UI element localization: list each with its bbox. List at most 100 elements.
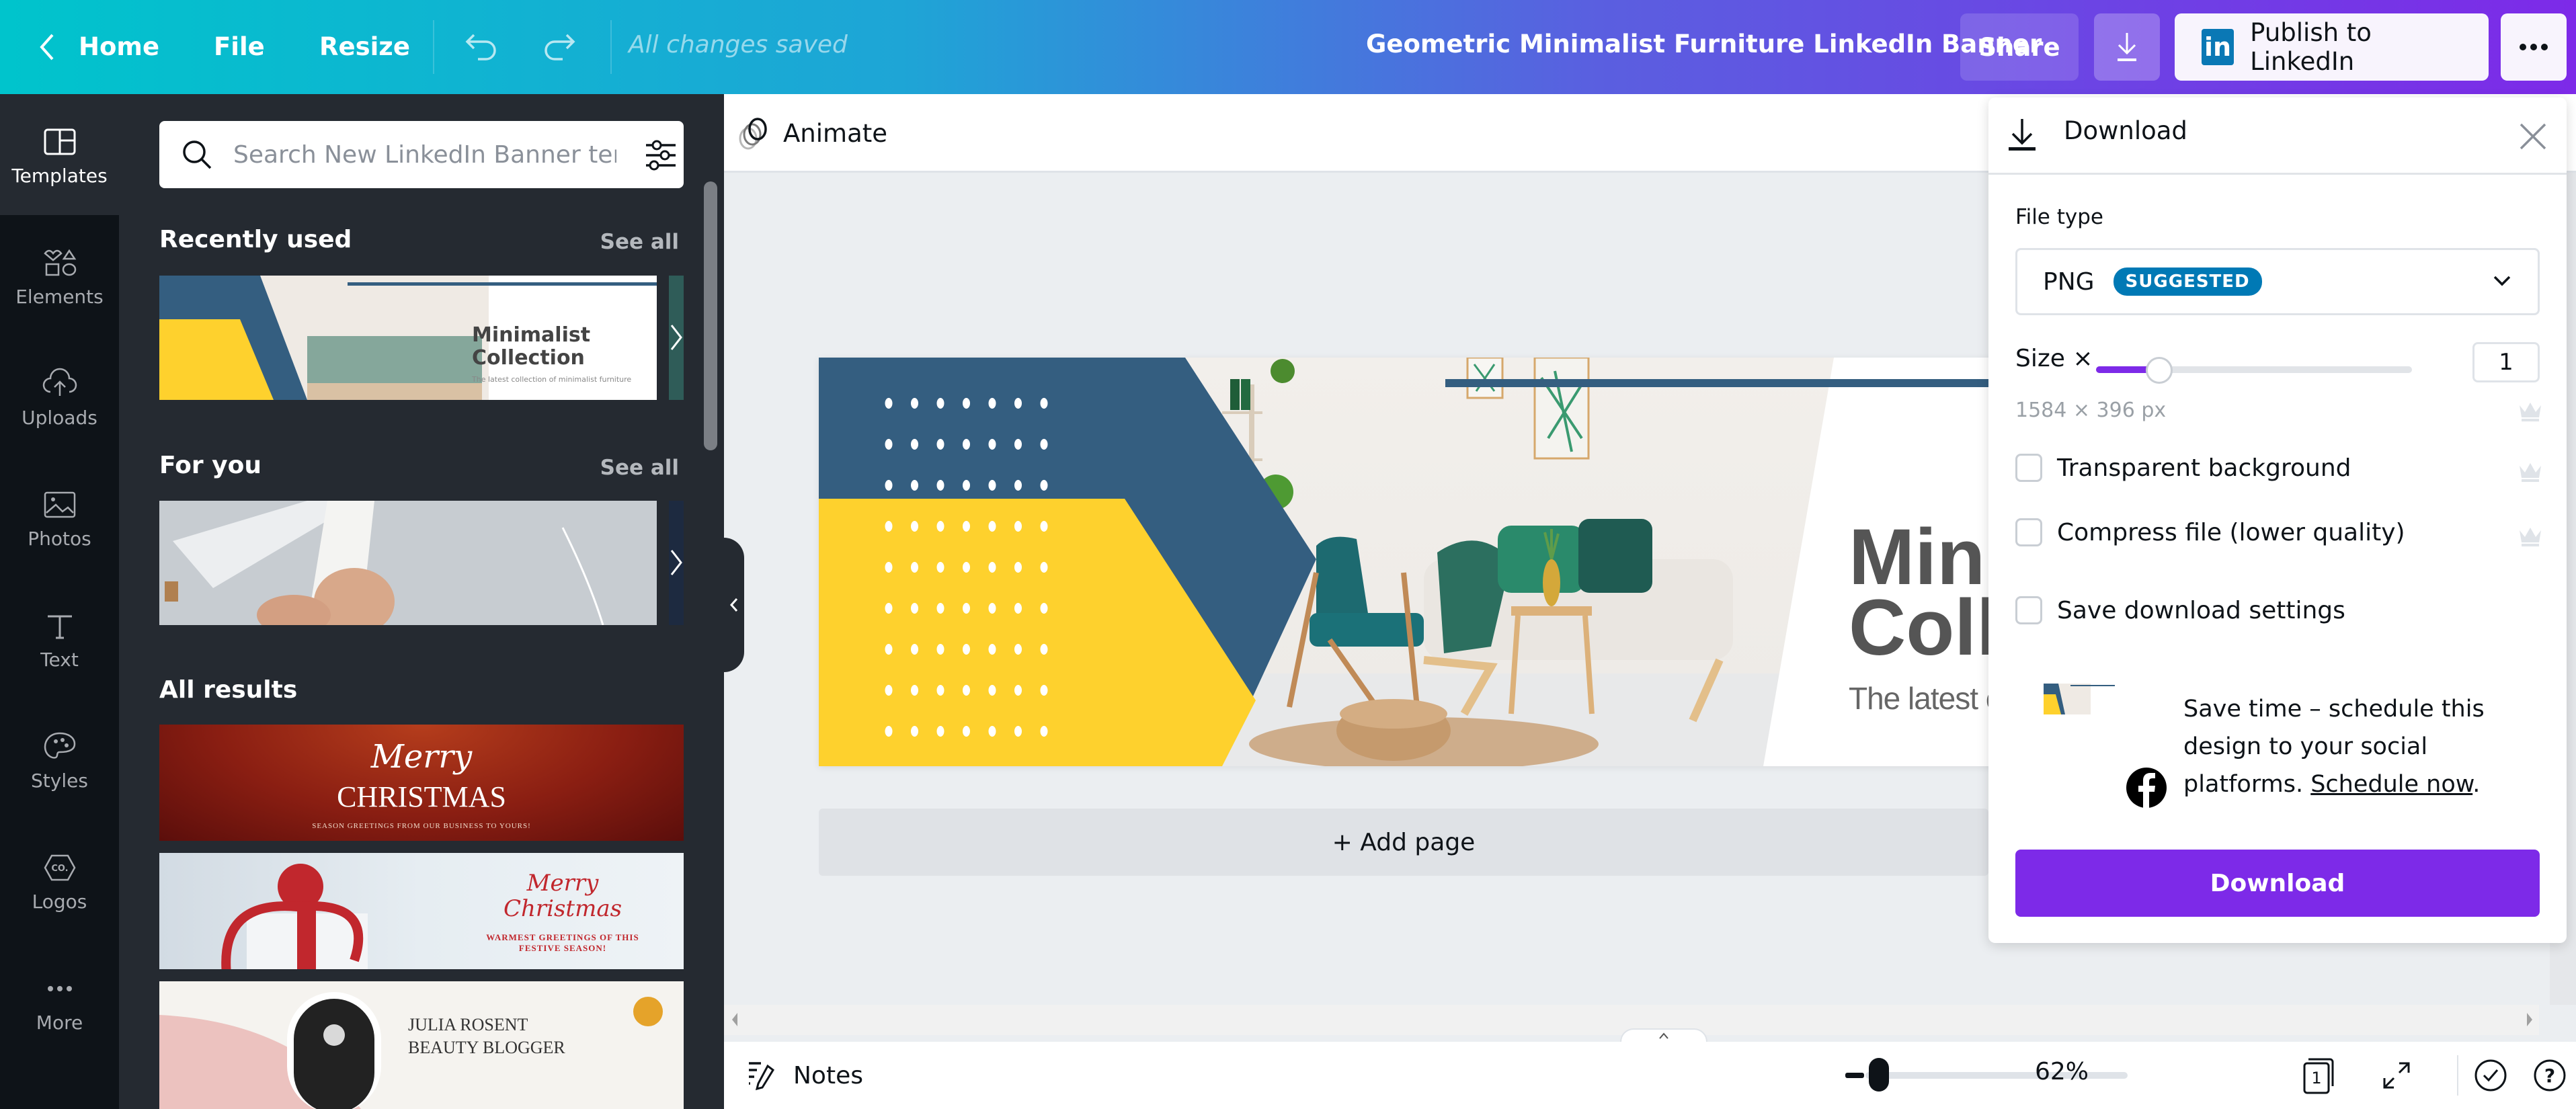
panel-scrollbar[interactable]	[704, 181, 717, 450]
checkbox[interactable]	[2015, 518, 2042, 546]
checkbox[interactable]	[2015, 596, 2042, 624]
design-page[interactable]: Minimalist Collection The latest collect…	[819, 358, 2029, 766]
result-title-text: JULIA ROSENT	[408, 1015, 528, 1034]
publish-label: Publish to LinkedIn	[2250, 18, 2372, 76]
resize-button[interactable]: Resize	[319, 30, 410, 65]
chevron-right-icon[interactable]	[669, 548, 684, 577]
text-icon	[47, 615, 72, 639]
facebook-icon	[2126, 768, 2167, 809]
pattern-dot	[1040, 398, 1048, 409]
page-count-button[interactable]: 1	[2300, 1057, 2338, 1094]
rail-item-more[interactable]: More	[0, 941, 119, 1062]
animate-button[interactable]: Animate	[737, 106, 887, 160]
file-menu-button[interactable]: File	[214, 30, 265, 65]
rail-item-styles[interactable]: Styles	[0, 699, 119, 820]
search-input[interactable]	[233, 134, 616, 175]
see-all-for-you-link[interactable]: See all	[600, 456, 679, 480]
rail-item-uploads[interactable]: Uploads	[0, 336, 119, 457]
close-icon[interactable]	[2518, 122, 2548, 151]
filter-sliders-icon[interactable]	[645, 140, 677, 171]
rail-item-logos[interactable]: CO. Logos	[0, 820, 119, 941]
undo-icon[interactable]	[461, 27, 501, 67]
schedule-now-link[interactable]: Schedule now	[2310, 771, 2472, 798]
size-input[interactable]	[2472, 342, 2540, 382]
template-search[interactable]	[159, 121, 684, 188]
pattern-dot	[963, 603, 970, 614]
animate-icon	[739, 118, 767, 150]
promo-suffix: .	[2472, 771, 2481, 798]
result-title-text: CHRISTMAS	[337, 780, 506, 813]
show-pages-toggle[interactable]	[1620, 1028, 1707, 1042]
compress-file-checkbox[interactable]: Compress file (lower quality)	[2015, 518, 2405, 546]
divider	[2457, 1055, 2458, 1096]
save-status: All changes saved	[629, 31, 848, 58]
template-result[interactable]: Merry Christmas WARMEST GREETINGS OF THI…	[159, 853, 684, 969]
recent-template-thumbnail[interactable]: Minimalist Collection The latest collect…	[159, 276, 657, 400]
home-button[interactable]: Home	[79, 30, 159, 65]
divider	[610, 20, 612, 74]
share-button[interactable]: Share	[1960, 13, 2079, 81]
zoom-out-icon[interactable]	[1845, 1073, 1864, 1078]
more-options-button[interactable]	[2501, 13, 2567, 81]
pattern-dot	[1014, 603, 1022, 614]
pattern-dot	[963, 685, 970, 696]
notes-label: Notes	[793, 1061, 863, 1090]
pattern-dot	[988, 439, 996, 450]
download-button[interactable]	[2094, 13, 2160, 81]
chevron-up-icon	[1659, 1032, 1668, 1039]
file-type-select[interactable]: PNG SUGGESTED	[2015, 248, 2540, 315]
pattern-dot	[1014, 439, 1022, 450]
see-all-recent-link[interactable]: See all	[600, 230, 679, 254]
transparent-background-checkbox[interactable]: Transparent background	[2015, 454, 2351, 482]
save-download-settings-checkbox[interactable]: Save download settings	[2015, 596, 2345, 624]
template-result[interactable]: Merry CHRISTMAS SEASON GREETINGS FROM OU…	[159, 725, 684, 841]
check-button[interactable]	[2472, 1057, 2509, 1094]
svg-text:CO.: CO.	[51, 864, 68, 874]
size-slider-knob[interactable]	[2146, 357, 2173, 384]
zoom-slider-knob[interactable]	[1868, 1058, 1889, 1092]
thumb-title-line: Minimalist	[472, 323, 591, 347]
notes-button[interactable]: Notes	[748, 1055, 863, 1096]
pattern-dot	[1040, 685, 1048, 696]
search-icon	[183, 140, 212, 169]
redo-icon[interactable]	[539, 27, 579, 67]
back-chevron-icon[interactable]	[27, 27, 67, 67]
rail-item-elements[interactable]: Elements	[0, 215, 119, 336]
chevron-right-icon[interactable]	[669, 323, 684, 352]
rail-item-text[interactable]: Text	[0, 578, 119, 699]
gift-illustration	[221, 864, 368, 969]
result-subtitle-text: SEASON GREETINGS FROM OUR BUSINESS TO YO…	[312, 822, 531, 830]
pattern-dot	[911, 439, 918, 450]
scroll-right-arrow-icon[interactable]	[2526, 1012, 2534, 1028]
zoom-percentage[interactable]: 62%	[2035, 1058, 2089, 1085]
page-count: 1	[2311, 1069, 2321, 1087]
collapse-panel-button[interactable]	[724, 538, 744, 672]
document-title[interactable]: Geometric Minimalist Furniture LinkedIn …	[1366, 30, 2042, 58]
download-submit-button[interactable]: Download	[2015, 850, 2540, 917]
pattern-dot	[936, 726, 944, 737]
rail-label: More	[36, 1011, 83, 1034]
add-page-button[interactable]: + Add page	[819, 809, 1988, 876]
rail-item-templates[interactable]: Templates	[0, 94, 119, 215]
checkbox-label: Transparent background	[2057, 454, 2351, 482]
scroll-left-arrow-icon[interactable]	[731, 1012, 739, 1028]
rail-label: Styles	[31, 769, 88, 792]
pattern-dot	[1040, 644, 1048, 655]
rail-item-photos[interactable]: Photos	[0, 457, 119, 578]
pattern-dot	[1040, 439, 1048, 450]
pattern-dot	[936, 521, 944, 532]
expand-icon	[2383, 1062, 2410, 1089]
pattern-dot	[1040, 562, 1048, 573]
fullscreen-button[interactable]	[2378, 1057, 2415, 1094]
help-button[interactable]: ?	[2531, 1057, 2569, 1094]
pattern-dot	[963, 521, 970, 532]
pattern-dot	[988, 685, 996, 696]
publish-to-linkedin-button[interactable]: in Publish to LinkedIn	[2175, 13, 2489, 81]
for-you-template-thumbnail[interactable]	[159, 501, 657, 625]
template-result[interactable]: JULIA ROSENT BEAUTY BLOGGER	[159, 981, 684, 1109]
size-slider[interactable]	[2096, 357, 2412, 384]
checkbox[interactable]	[2015, 454, 2042, 482]
checkbox-label: Compress file (lower quality)	[2057, 518, 2405, 546]
pages-icon: 1	[2303, 1058, 2334, 1094]
chevron-down-icon	[2493, 276, 2511, 286]
